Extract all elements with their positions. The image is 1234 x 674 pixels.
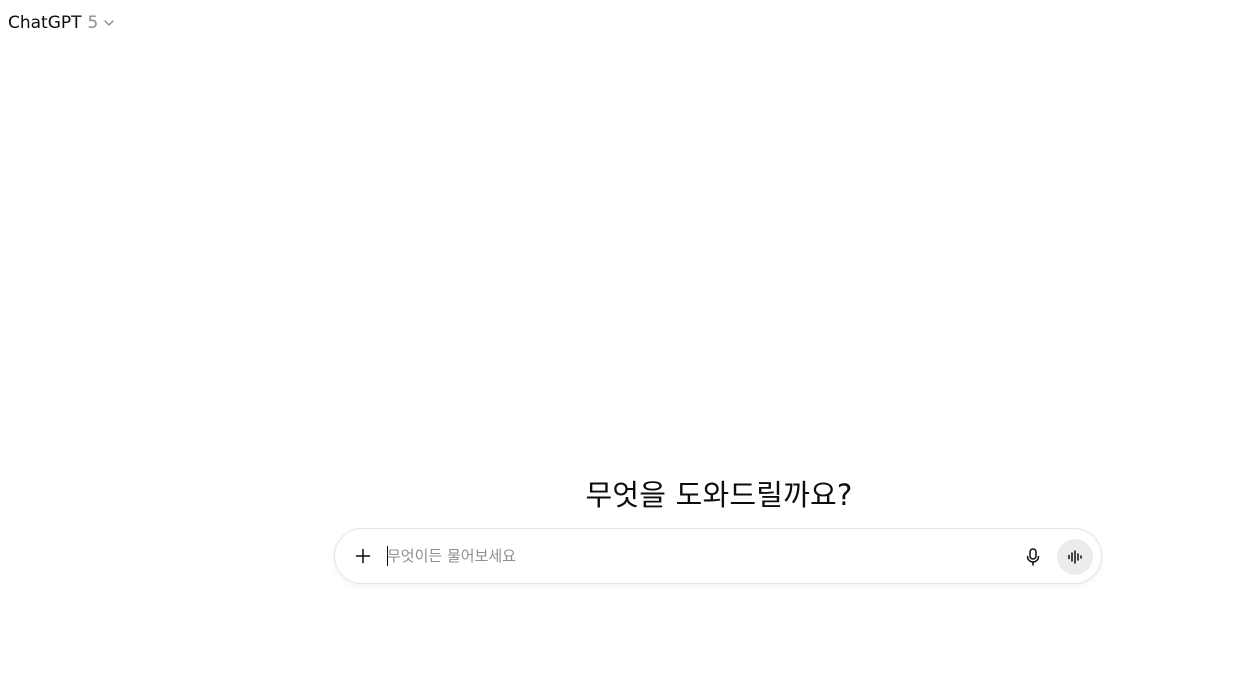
model-switcher-button[interactable]: ChatGPT 5 — [8, 11, 115, 35]
microphone-icon — [1026, 548, 1040, 566]
welcome-headline: 무엇을 도와드릴까요? — [585, 478, 853, 513]
text-caret — [387, 546, 388, 566]
prompt-input[interactable] — [387, 543, 1007, 569]
attach-button[interactable] — [349, 542, 377, 570]
chat-page: ChatGPT 5 무엇을 도와드릴까요? — [0, 0, 1234, 674]
voice-mode-button[interactable] — [1057, 539, 1093, 575]
model-name: ChatGPT — [8, 13, 82, 33]
model-version: 5 — [87, 13, 99, 33]
plus-icon — [355, 548, 371, 564]
voice-waveform-icon — [1068, 550, 1082, 564]
chevron-down-icon — [103, 17, 115, 29]
prompt-composer — [334, 528, 1102, 584]
dictate-button[interactable] — [1019, 543, 1047, 571]
